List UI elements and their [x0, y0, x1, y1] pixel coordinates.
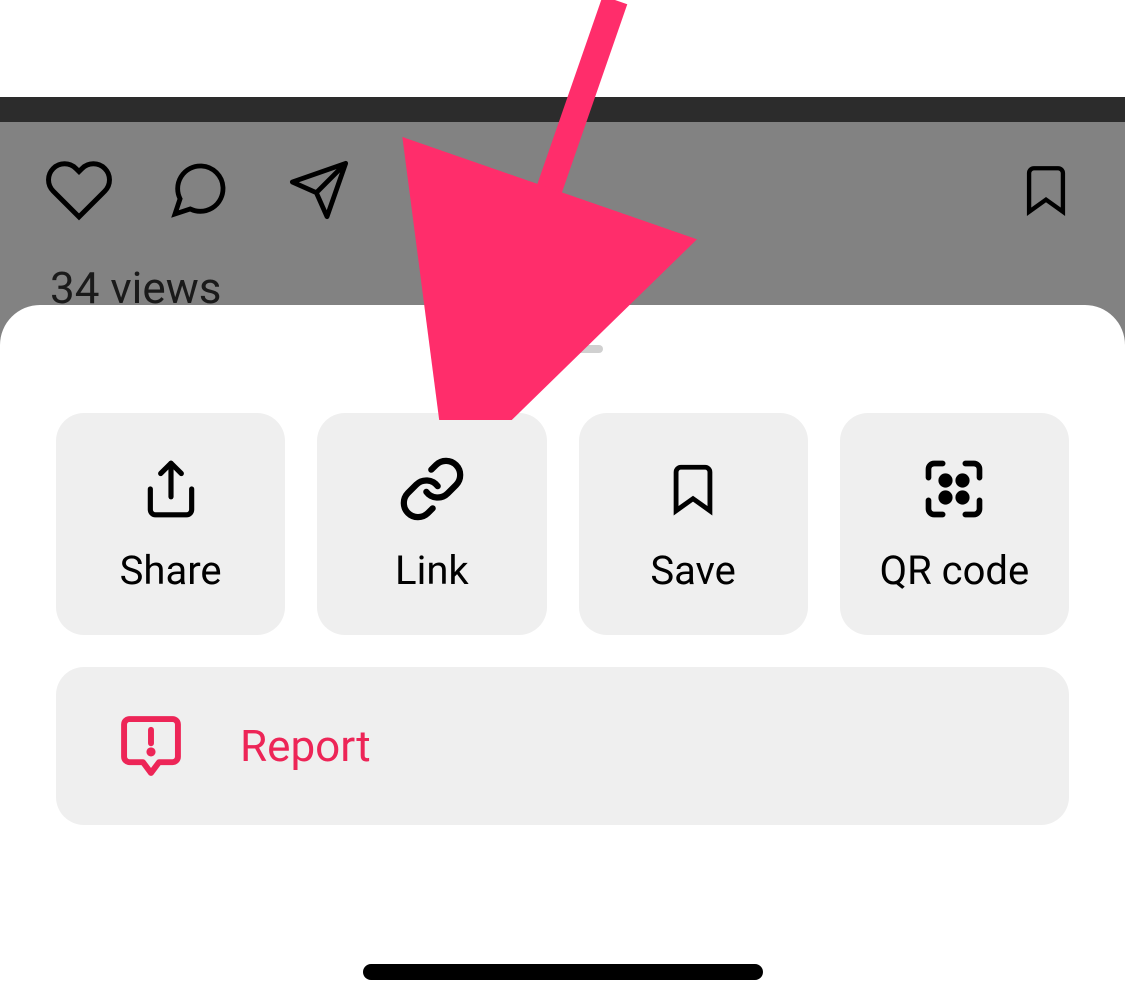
heart-icon [44, 155, 114, 225]
bookmark-button[interactable] [1011, 155, 1081, 225]
qr-code-icon [920, 455, 988, 523]
qr-code-tile[interactable]: QR code [840, 413, 1069, 635]
save-tile[interactable]: Save [579, 413, 808, 635]
send-icon [287, 158, 351, 222]
home-indicator[interactable] [363, 964, 763, 980]
comment-icon [167, 158, 231, 222]
report-button[interactable]: Report [56, 667, 1069, 825]
save-icon [659, 455, 727, 523]
post-action-bar-left [44, 155, 354, 225]
send-button[interactable] [284, 155, 354, 225]
share-tile[interactable]: Share [56, 413, 285, 635]
save-label: Save [650, 547, 736, 594]
media-edge-strip [0, 97, 1125, 122]
report-label: Report [240, 720, 371, 772]
share-label: Share [120, 547, 222, 594]
action-tile-row: Share Link Save [0, 413, 1125, 635]
sheet-drag-handle[interactable] [523, 345, 603, 353]
link-icon [398, 455, 466, 523]
report-icon [118, 713, 184, 779]
top-white-area [0, 0, 1125, 97]
options-bottom-sheet: Share Link Save [0, 305, 1125, 1005]
post-action-bar [0, 155, 1125, 225]
bookmark-icon [1017, 158, 1075, 222]
like-button[interactable] [44, 155, 114, 225]
qr-code-label: QR code [880, 547, 1030, 594]
comment-button[interactable] [164, 155, 234, 225]
link-tile[interactable]: Link [317, 413, 546, 635]
link-label: Link [395, 547, 469, 594]
share-icon [137, 455, 205, 523]
